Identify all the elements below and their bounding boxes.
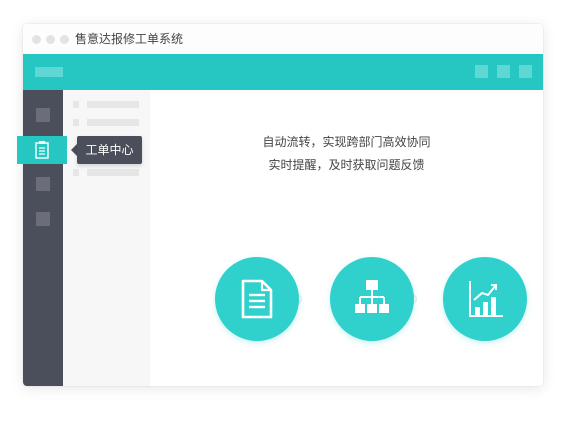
headline-line-1: 自动流转，实现跨部门高效协同: [262, 135, 431, 149]
subnav-item-placeholder[interactable]: [87, 101, 139, 108]
window-close-dot[interactable]: [32, 35, 41, 44]
main-content: 自动流转，实现跨部门高效协同 实时提醒，及时获取问题反馈: [150, 90, 543, 386]
window-maximize-dot[interactable]: [60, 35, 69, 44]
sidebar-item-3[interactable]: [36, 177, 50, 191]
growth-chart-icon: [469, 281, 503, 317]
logo-placeholder: [35, 67, 63, 77]
subnav-item-placeholder[interactable]: [87, 169, 139, 176]
sidebar-item-work-orders[interactable]: [17, 136, 67, 164]
sidebar-item-4[interactable]: [36, 212, 50, 226]
subnav-bullet: [73, 169, 79, 176]
header-action-icon-3[interactable]: [519, 65, 532, 78]
app-window: 售意达报修工单系统 自动流转，实现跨部门高效协同 实时提醒，及时获取问题反馈: [23, 24, 543, 386]
org-chart-icon: [355, 280, 389, 313]
top-header-bar: [23, 54, 543, 90]
window-title: 售意达报修工单系统: [75, 32, 184, 46]
window-minimize-dot[interactable]: [46, 35, 55, 44]
sidebar: [23, 90, 63, 386]
subnav-bullet: [73, 101, 79, 108]
step-org-chart-circle: [330, 257, 414, 341]
sidebar-tooltip: 工单中心: [77, 136, 142, 164]
sidebar-item-1[interactable]: [36, 108, 50, 122]
subnav-item-placeholder[interactable]: [87, 119, 139, 126]
step-growth-chart-circle: [443, 257, 527, 341]
document-icon: [241, 279, 273, 319]
title-bar: 售意达报修工单系统: [23, 24, 543, 54]
step-document-circle: [215, 257, 299, 341]
subnav-bullet: [73, 119, 79, 126]
sub-navigation-panel: [63, 90, 150, 386]
header-action-icon-2[interactable]: [497, 65, 510, 78]
header-action-icon-1[interactable]: [475, 65, 488, 78]
clipboard-icon: [35, 141, 49, 159]
headline-line-2: 实时提醒，及时获取问题反馈: [268, 158, 425, 172]
